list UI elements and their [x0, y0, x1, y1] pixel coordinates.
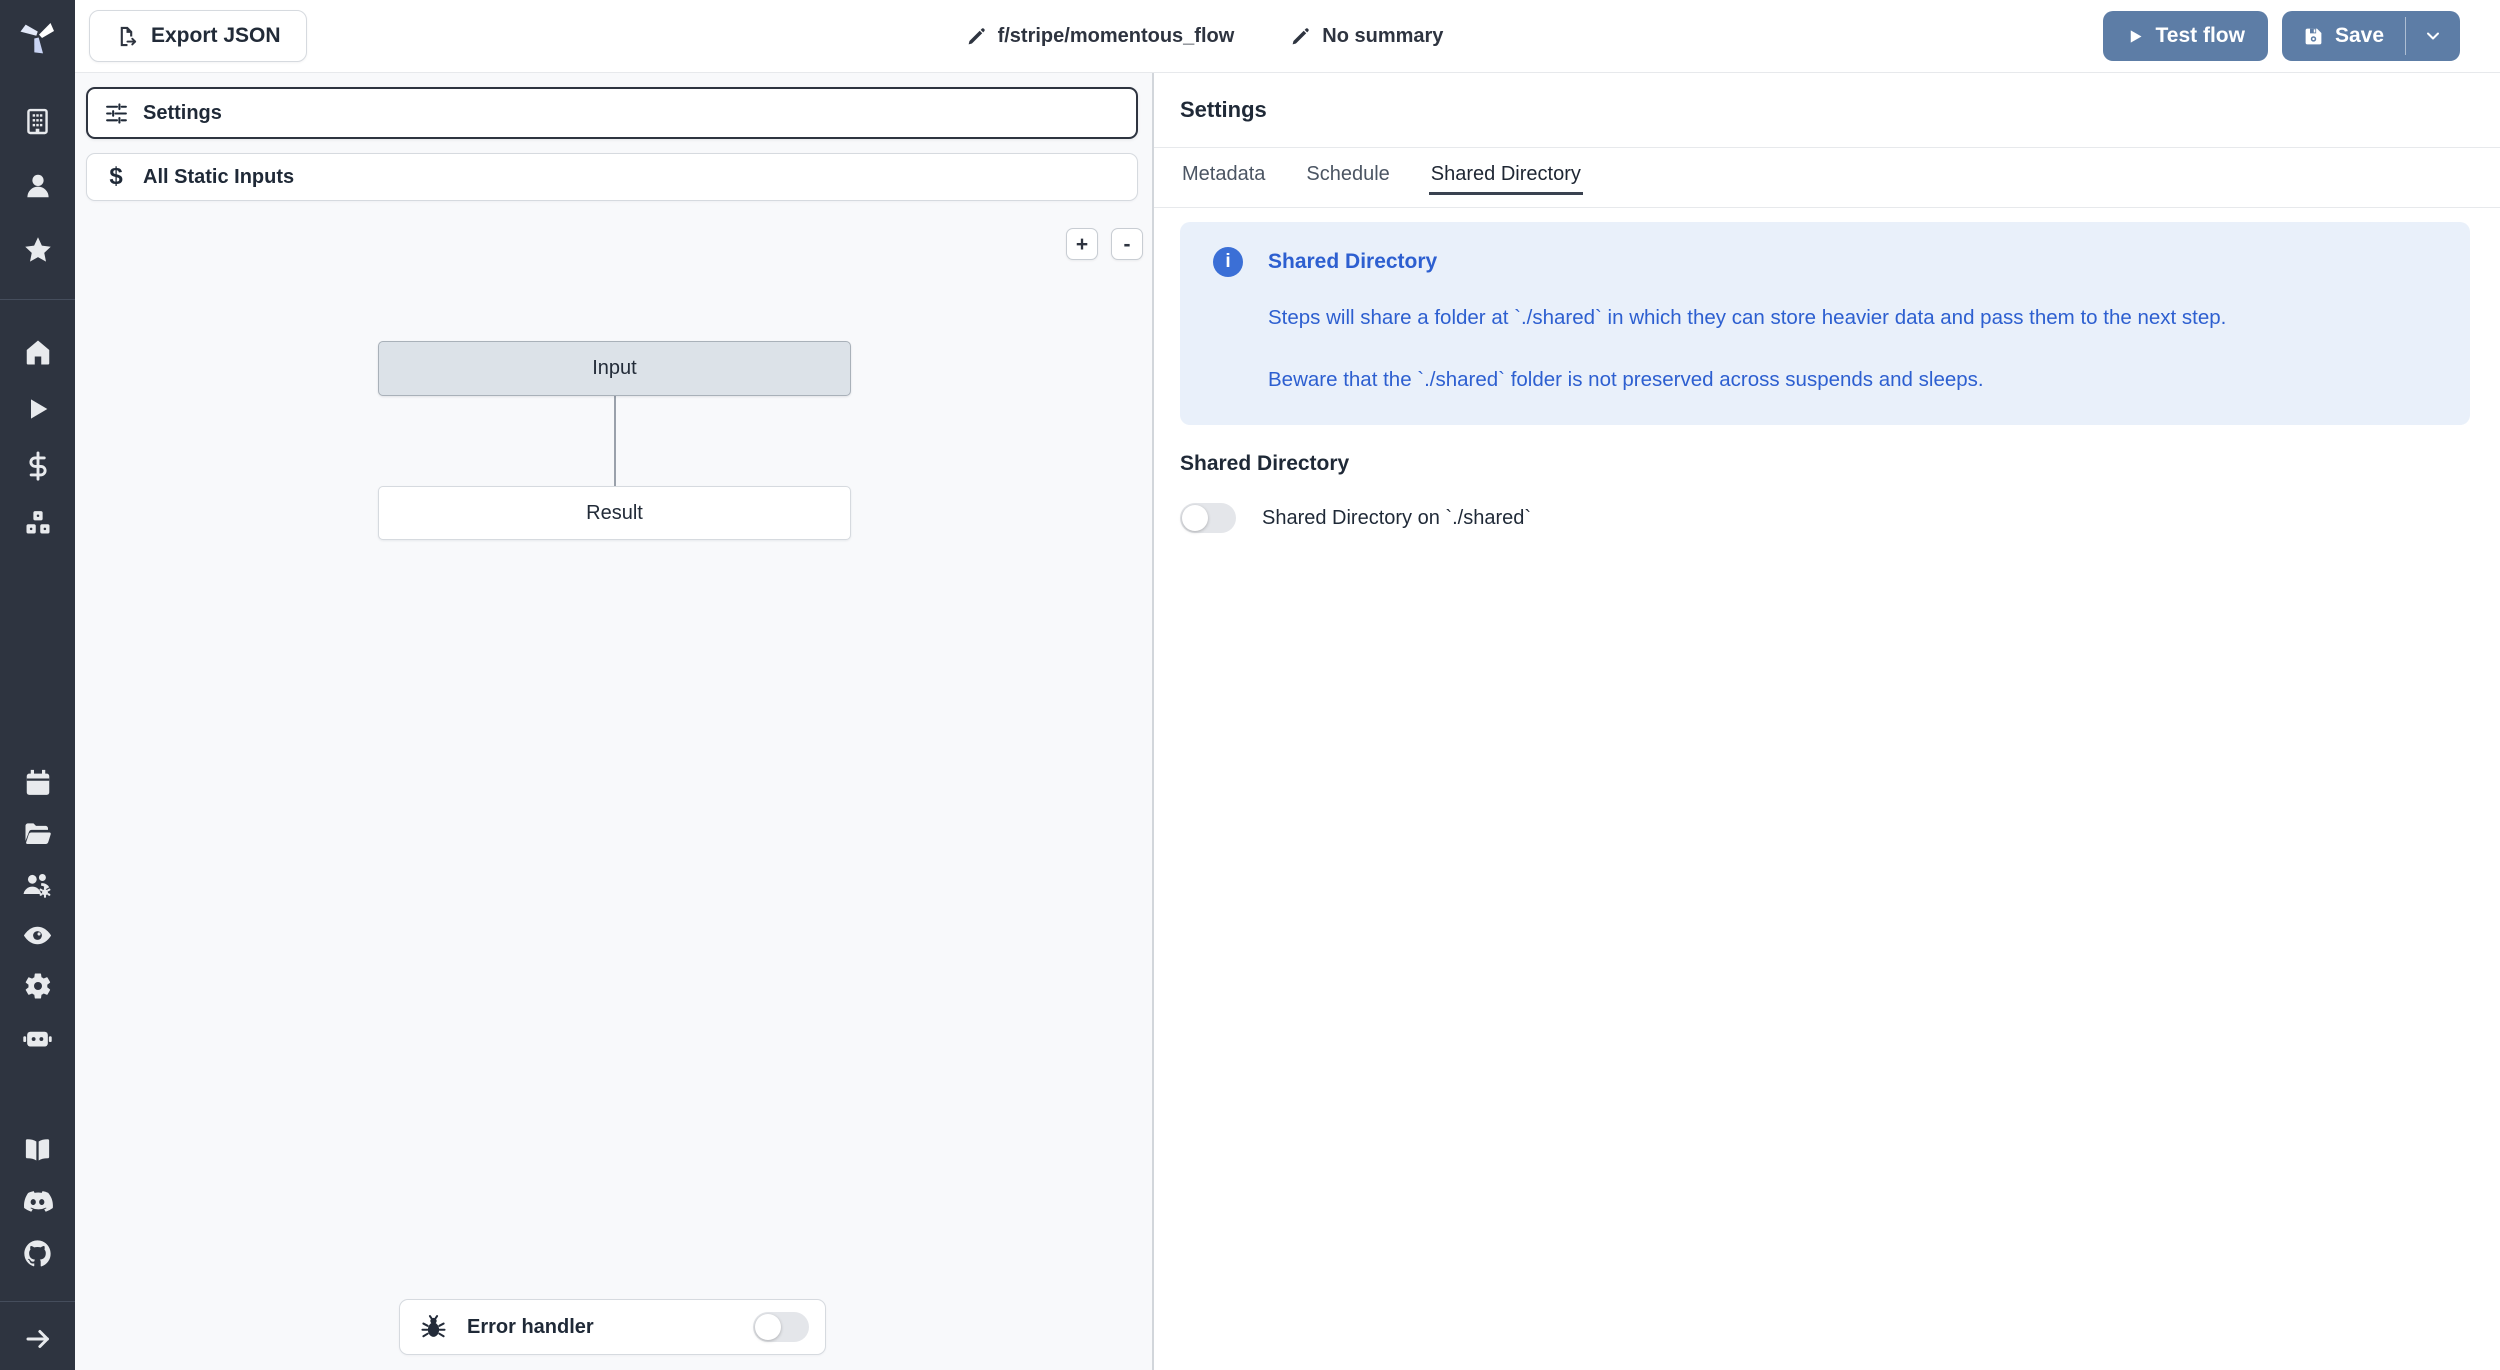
- tab-metadata[interactable]: Metadata: [1180, 148, 1267, 195]
- sidebar-divider: [0, 299, 75, 300]
- save-split-button: Save: [2282, 11, 2460, 61]
- sidebar-divider: [0, 1301, 75, 1302]
- star-icon[interactable]: [22, 234, 54, 266]
- play-icon: [2126, 27, 2145, 46]
- bot-icon[interactable]: [22, 1021, 54, 1053]
- building-icon[interactable]: [22, 105, 54, 137]
- result-node-label: Result: [586, 502, 643, 525]
- toggle-knob: [755, 1314, 781, 1340]
- all-static-inputs-box[interactable]: $ All Static Inputs: [86, 153, 1138, 201]
- export-json-button[interactable]: Export JSON: [89, 10, 307, 62]
- error-handler-toggle[interactable]: [753, 1312, 809, 1342]
- flow-path-label: f/stripe/momentous_flow: [998, 25, 1235, 48]
- dollar-sign-icon[interactable]: [22, 450, 54, 482]
- settings-panel: Settings Metadata Schedule Shared Direct…: [1154, 72, 2500, 1370]
- error-handler-box[interactable]: Error handler: [399, 1299, 826, 1355]
- result-node[interactable]: Result: [378, 486, 851, 540]
- windmill-logo-icon[interactable]: [15, 13, 61, 59]
- topbar-center: f/stripe/momentous_flow No summary: [307, 25, 2103, 48]
- shared-directory-toggle[interactable]: [1180, 503, 1236, 533]
- shared-directory-section-title: Shared Directory: [1180, 452, 2500, 476]
- flow-settings-label: Settings: [143, 102, 222, 125]
- eye-icon[interactable]: [22, 919, 54, 951]
- tab-shared-directory[interactable]: Shared Directory: [1429, 148, 1583, 195]
- save-icon: [2303, 26, 2324, 47]
- export-json-label: Export JSON: [151, 24, 281, 48]
- input-node-label: Input: [592, 357, 636, 380]
- home-icon[interactable]: [22, 336, 54, 368]
- topbar-actions: Test flow Save: [2103, 11, 2461, 61]
- save-dropdown-button[interactable]: [2406, 11, 2460, 61]
- top-bar: Export JSON f/stripe/momentous_flow No s…: [75, 0, 2500, 73]
- toggle-knob: [1182, 505, 1208, 531]
- sidebar: [0, 0, 75, 1370]
- flow-settings-box[interactable]: Settings: [86, 87, 1138, 139]
- github-icon[interactable]: [22, 1237, 54, 1269]
- flow-summary-label: No summary: [1322, 25, 1443, 48]
- bug-icon: [420, 1314, 447, 1341]
- file-export-icon: [115, 25, 138, 48]
- dollar-sign-icon: $: [103, 163, 129, 191]
- flow-edge: [614, 396, 616, 487]
- all-static-inputs-label: All Static Inputs: [143, 166, 294, 189]
- flow-summary-edit[interactable]: No summary: [1290, 25, 1443, 48]
- settings-tabs: Metadata Schedule Shared Directory: [1154, 148, 2500, 208]
- zoom-out-button[interactable]: -: [1111, 228, 1143, 260]
- pencil-icon: [1290, 26, 1311, 47]
- input-node[interactable]: Input: [378, 341, 851, 396]
- test-flow-label: Test flow: [2156, 24, 2245, 48]
- save-button[interactable]: Save: [2282, 11, 2405, 61]
- chevron-down-icon: [2423, 26, 2443, 46]
- folder-open-icon[interactable]: [22, 818, 54, 850]
- user-icon[interactable]: [22, 170, 54, 202]
- shared-directory-toggle-row: Shared Directory on `./shared`: [1180, 503, 2500, 533]
- tab-schedule[interactable]: Schedule: [1304, 148, 1391, 195]
- play-icon[interactable]: [22, 393, 54, 425]
- infobox-paragraph: Steps will share a folder at `./shared` …: [1268, 304, 2440, 332]
- users-cog-icon[interactable]: [22, 869, 54, 901]
- calendar-icon[interactable]: [22, 767, 54, 799]
- shared-directory-toggle-label: Shared Directory on `./shared`: [1262, 507, 1531, 530]
- pencil-icon: [966, 26, 987, 47]
- save-label: Save: [2335, 24, 2384, 48]
- sliders-icon: [104, 101, 129, 126]
- infobox-title: Shared Directory: [1268, 250, 1437, 274]
- test-flow-button[interactable]: Test flow: [2103, 11, 2268, 61]
- discord-icon[interactable]: [22, 1185, 54, 1217]
- gear-icon[interactable]: [22, 970, 54, 1002]
- panel-title: Settings: [1154, 72, 2500, 148]
- boxes-icon[interactable]: [22, 507, 54, 539]
- flow-canvas[interactable]: Settings $ All Static Inputs + - Input R…: [75, 72, 1154, 1370]
- info-icon: i: [1213, 247, 1243, 277]
- infobox-paragraph: Beware that the `./shared` folder is not…: [1268, 366, 2440, 394]
- zoom-in-button[interactable]: +: [1066, 228, 1098, 260]
- flow-path-edit[interactable]: f/stripe/momentous_flow: [966, 25, 1235, 48]
- book-open-icon[interactable]: [22, 1134, 54, 1166]
- error-handler-label: Error handler: [467, 1316, 594, 1339]
- shared-directory-infobox: i Shared Directory Steps will share a fo…: [1180, 222, 2470, 425]
- arrow-right-icon[interactable]: [22, 1323, 54, 1355]
